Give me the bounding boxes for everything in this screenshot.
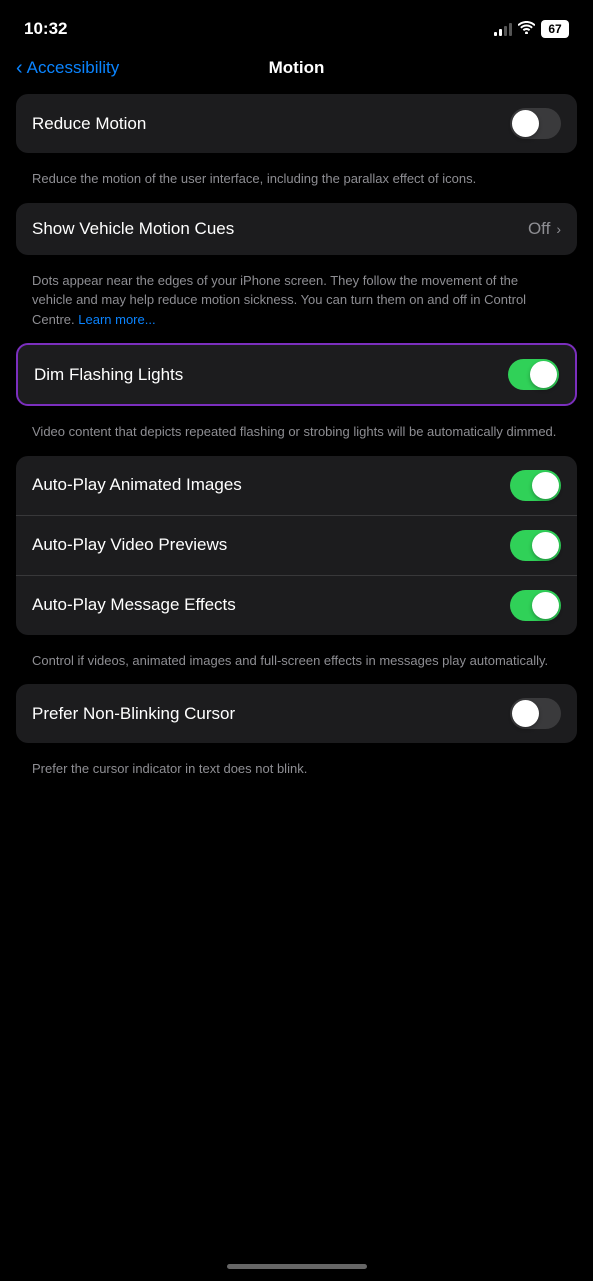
navigation-header: ‹ Accessibility Motion: [0, 50, 593, 94]
dim-flashing-description: Video content that depicts repeated flas…: [16, 414, 577, 456]
status-time: 10:32: [24, 19, 67, 39]
dim-flashing-group: Dim Flashing Lights: [16, 343, 577, 406]
dim-flashing-toggle[interactable]: [508, 359, 559, 390]
non-blinking-toggle[interactable]: [510, 698, 561, 729]
autoplay-message-row[interactable]: Auto-Play Message Effects: [16, 576, 577, 635]
autoplay-animated-toggle-thumb: [532, 472, 559, 499]
vehicle-motion-description: Dots appear near the edges of your iPhon…: [16, 263, 577, 344]
reduce-motion-label: Reduce Motion: [32, 114, 510, 134]
autoplay-message-label: Auto-Play Message Effects: [32, 595, 510, 615]
reduce-motion-toggle[interactable]: [510, 108, 561, 139]
autoplay-animated-label: Auto-Play Animated Images: [32, 475, 510, 495]
dim-flashing-row[interactable]: Dim Flashing Lights: [18, 345, 575, 404]
signal-icon: [494, 22, 512, 36]
non-blinking-label: Prefer Non-Blinking Cursor: [32, 704, 510, 724]
wifi-icon: [518, 21, 535, 37]
vehicle-motion-label: Show Vehicle Motion Cues: [32, 219, 528, 239]
vehicle-motion-value: Off ›: [528, 219, 561, 239]
reduce-motion-toggle-thumb: [512, 110, 539, 137]
non-blinking-group: Prefer Non-Blinking Cursor: [16, 684, 577, 743]
autoplay-video-toggle-thumb: [532, 532, 559, 559]
dim-flashing-toggle-thumb: [530, 361, 557, 388]
autoplay-video-row[interactable]: Auto-Play Video Previews: [16, 516, 577, 576]
autoplay-description: Control if videos, animated images and f…: [16, 643, 577, 685]
home-indicator: [227, 1264, 367, 1269]
battery-icon: 67: [541, 20, 569, 38]
vehicle-motion-row[interactable]: Show Vehicle Motion Cues Off ›: [16, 203, 577, 255]
status-bar: 10:32 67: [0, 0, 593, 50]
non-blinking-description: Prefer the cursor indicator in text does…: [16, 751, 577, 793]
page-title: Motion: [269, 58, 325, 78]
reduce-motion-group: Reduce Motion: [16, 94, 577, 153]
back-button[interactable]: ‹ Accessibility: [16, 58, 119, 78]
reduce-motion-row[interactable]: Reduce Motion: [16, 94, 577, 153]
autoplay-message-toggle-thumb: [532, 592, 559, 619]
autoplay-video-label: Auto-Play Video Previews: [32, 535, 510, 555]
autoplay-group: Auto-Play Animated Images Auto-Play Vide…: [16, 456, 577, 635]
back-label: Accessibility: [27, 58, 120, 78]
autoplay-message-toggle[interactable]: [510, 590, 561, 621]
dim-flashing-label: Dim Flashing Lights: [34, 365, 508, 385]
status-icons: 67: [494, 20, 569, 38]
vehicle-motion-learn-more-link[interactable]: Learn more...: [78, 312, 155, 327]
non-blinking-toggle-thumb: [512, 700, 539, 727]
battery-level: 67: [548, 22, 561, 36]
reduce-motion-description: Reduce the motion of the user interface,…: [16, 161, 577, 203]
back-chevron-icon: ‹: [16, 58, 23, 78]
vehicle-motion-status: Off: [528, 219, 550, 239]
autoplay-animated-toggle[interactable]: [510, 470, 561, 501]
autoplay-video-toggle[interactable]: [510, 530, 561, 561]
non-blinking-row[interactable]: Prefer Non-Blinking Cursor: [16, 684, 577, 743]
vehicle-motion-chevron-icon: ›: [556, 221, 561, 237]
autoplay-animated-row[interactable]: Auto-Play Animated Images: [16, 456, 577, 516]
settings-content: Reduce Motion Reduce the motion of the u…: [0, 94, 593, 793]
vehicle-motion-group: Show Vehicle Motion Cues Off ›: [16, 203, 577, 255]
